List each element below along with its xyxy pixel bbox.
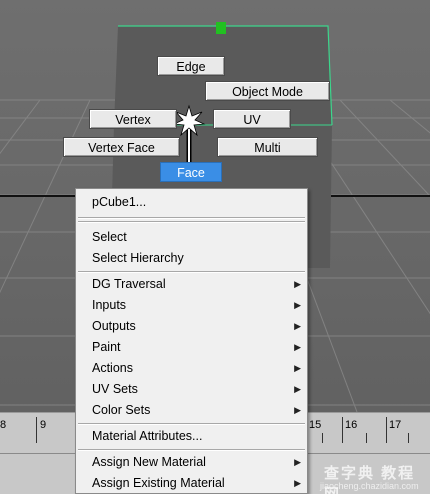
submenu-arrow-icon: ▶ bbox=[294, 342, 301, 352]
menu-item-label: Outputs bbox=[92, 319, 136, 333]
marking-menu-vertex[interactable]: Vertex bbox=[89, 109, 177, 129]
submenu-arrow-icon: ▶ bbox=[294, 279, 301, 289]
marking-menu-object-mode[interactable]: Object Mode bbox=[205, 81, 330, 101]
menu-item-object-name[interactable]: pCube1... bbox=[76, 192, 307, 213]
submenu-arrow-icon: ▶ bbox=[294, 321, 301, 331]
tick-label-8: 8 bbox=[0, 419, 7, 431]
menu-item-label: Assign New Material bbox=[92, 455, 206, 469]
tick-label-15: 15 bbox=[309, 419, 322, 431]
menu-separator bbox=[78, 271, 305, 273]
menu-item-paint[interactable]: Paint ▶ bbox=[76, 337, 307, 358]
submenu-arrow-icon: ▶ bbox=[294, 363, 301, 373]
menu-item-uv-sets[interactable]: UV Sets ▶ bbox=[76, 379, 307, 400]
marking-menu-edge[interactable]: Edge bbox=[157, 56, 225, 76]
menu-item-dg-traversal[interactable]: DG Traversal ▶ bbox=[76, 274, 307, 295]
marking-menu-vertex-face[interactable]: Vertex Face bbox=[63, 137, 180, 157]
menu-item-color-sets[interactable]: Color Sets ▶ bbox=[76, 400, 307, 421]
menu-item-select-hierarchy[interactable]: Select Hierarchy bbox=[76, 248, 307, 269]
menu-item-inputs[interactable]: Inputs ▶ bbox=[76, 295, 307, 316]
menu-item-assign-existing-material[interactable]: Assign Existing Material ▶ bbox=[76, 473, 307, 494]
marking-menu-uv[interactable]: UV bbox=[213, 109, 291, 129]
menu-item-label: Assign Existing Material bbox=[92, 476, 225, 490]
submenu-arrow-icon: ▶ bbox=[294, 405, 301, 415]
submenu-arrow-icon: ▶ bbox=[294, 478, 301, 488]
tick-label-9: 9 bbox=[40, 419, 47, 431]
menu-item-material-attributes[interactable]: Material Attributes... bbox=[76, 426, 307, 447]
tick-label-16: 16 bbox=[345, 419, 358, 431]
menu-item-label: UV Sets bbox=[92, 382, 138, 396]
submenu-arrow-icon: ▶ bbox=[294, 384, 301, 394]
submenu-arrow-icon: ▶ bbox=[294, 300, 301, 310]
menu-separator bbox=[78, 423, 305, 425]
menu-item-label: Color Sets bbox=[92, 403, 151, 417]
menu-item-select[interactable]: Select bbox=[76, 227, 307, 248]
watermark-url: jiaocheng.chazidian.com bbox=[320, 481, 419, 491]
context-menu: pCube1... Select Select Hierarchy DG Tra… bbox=[75, 188, 308, 494]
watermark: 查字典 教程网 jiaocheng.chazidian.com bbox=[318, 462, 430, 494]
tick-label-17: 17 bbox=[389, 419, 402, 431]
menu-item-outputs[interactable]: Outputs ▶ bbox=[76, 316, 307, 337]
menu-item-label: Inputs bbox=[92, 298, 127, 312]
menu-item-label: Paint bbox=[92, 340, 121, 354]
menu-separator bbox=[78, 221, 305, 223]
menu-item-actions[interactable]: Actions ▶ bbox=[76, 358, 307, 379]
manipulator-handle bbox=[216, 22, 226, 34]
menu-separator bbox=[78, 449, 305, 451]
submenu-arrow-icon: ▶ bbox=[294, 457, 301, 467]
menu-item-assign-new-material[interactable]: Assign New Material ▶ bbox=[76, 452, 307, 473]
marking-menu-face[interactable]: Face bbox=[160, 162, 222, 182]
marking-menu-multi[interactable]: Multi bbox=[217, 137, 318, 157]
menu-item-label: Actions bbox=[92, 361, 133, 375]
3d-viewport[interactable]: Edge Object Mode Vertex UV Vertex Face M… bbox=[0, 0, 430, 494]
menu-separator bbox=[78, 217, 305, 219]
menu-item-label: DG Traversal bbox=[92, 277, 166, 291]
